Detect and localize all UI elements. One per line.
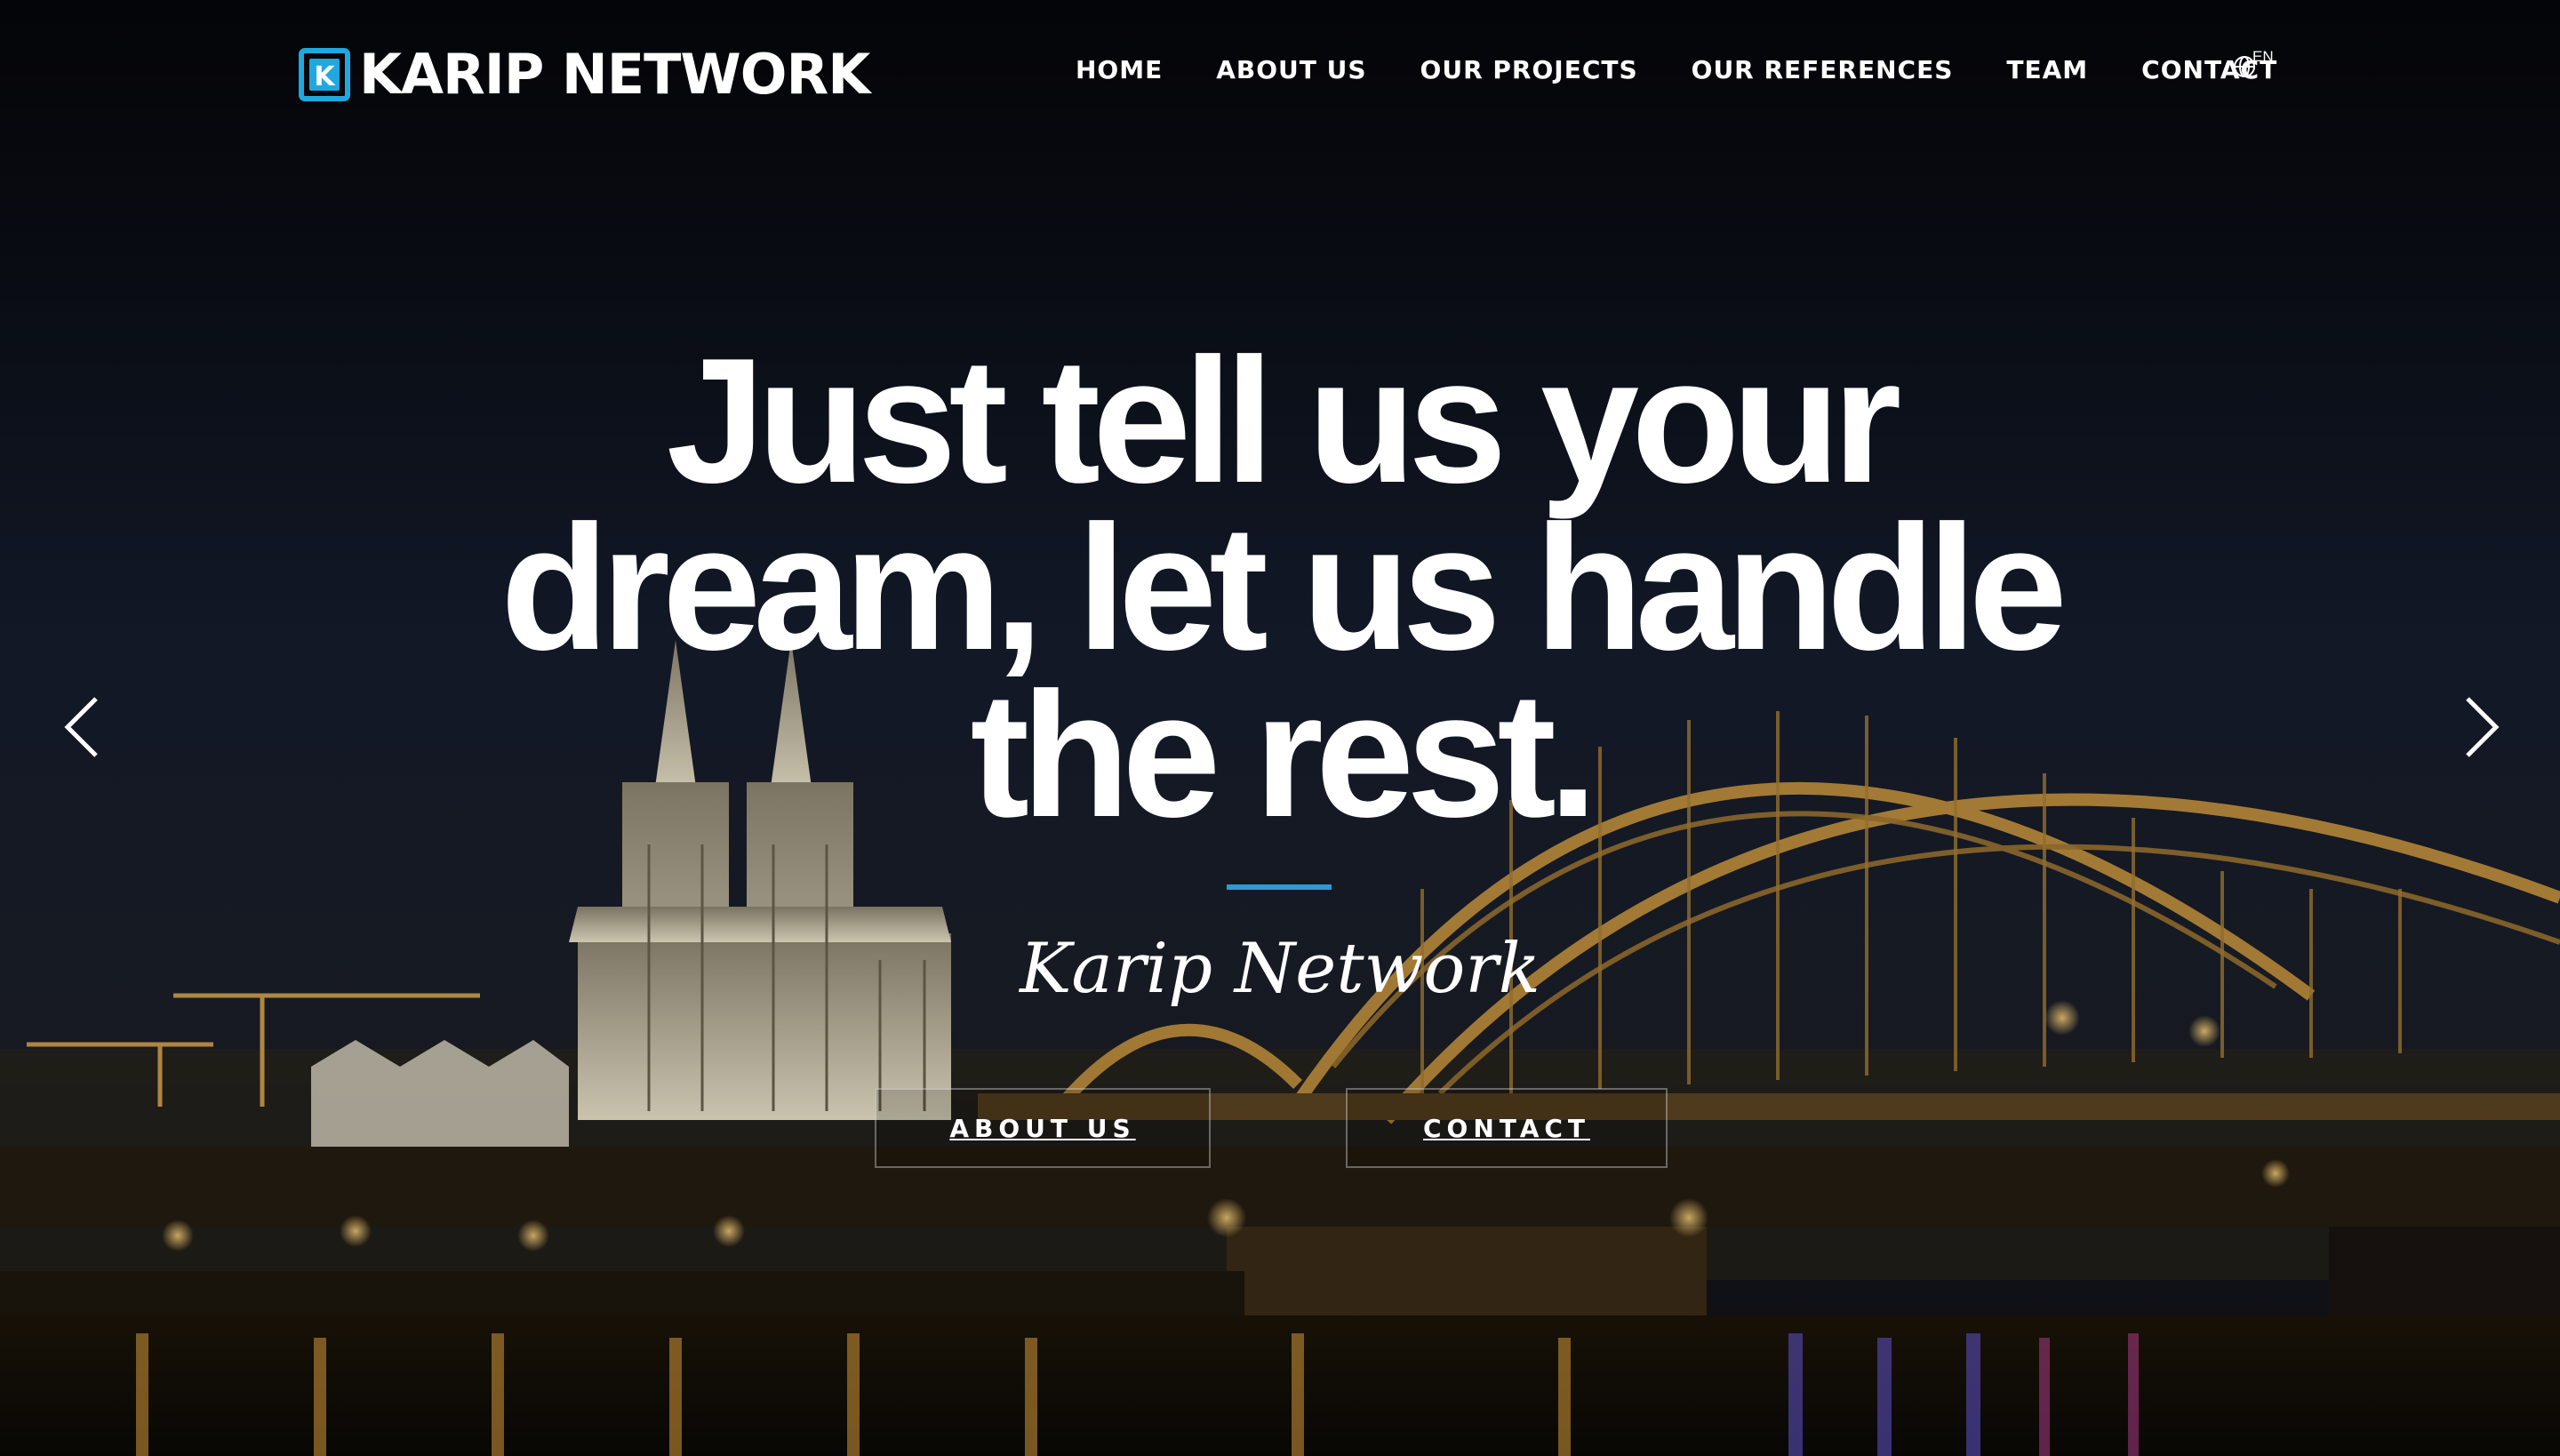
logo-text: KARIP NETWORK	[359, 42, 870, 107]
nav-team[interactable]: TEAM	[2006, 55, 2088, 84]
hero-subtitle: Karip Network	[1020, 929, 1540, 1009]
logo-icon: K	[299, 48, 350, 101]
hero-headline-line-3: the rest.	[970, 656, 1597, 854]
nav-our-projects[interactable]: OUR PROJECTS	[1420, 55, 1638, 84]
svg-text:K: K	[314, 61, 336, 92]
chevron-left-icon[interactable]	[55, 692, 108, 763]
nav-our-references[interactable]: OUR REFERENCES	[1692, 55, 1954, 84]
hero-divider	[1227, 884, 1332, 890]
contact-button[interactable]: CONTACT	[1346, 1088, 1668, 1168]
about-us-button[interactable]: ABOUT US	[875, 1088, 1211, 1168]
nav-home[interactable]: HOME	[1076, 55, 1163, 84]
site-logo[interactable]: K KARIP NETWORK	[299, 41, 870, 108]
hero-headline: Just tell us your dream, let us handle t…	[391, 332, 2169, 844]
main-nav: HOME ABOUT US OUR PROJECTS OUR REFERENCE…	[1076, 50, 2277, 89]
nav-about-us[interactable]: ABOUT US	[1216, 55, 1366, 84]
chevron-right-icon[interactable]	[2455, 692, 2508, 763]
language-label: EN	[2252, 48, 2274, 65]
language-switcher[interactable]: EN	[2231, 44, 2281, 85]
